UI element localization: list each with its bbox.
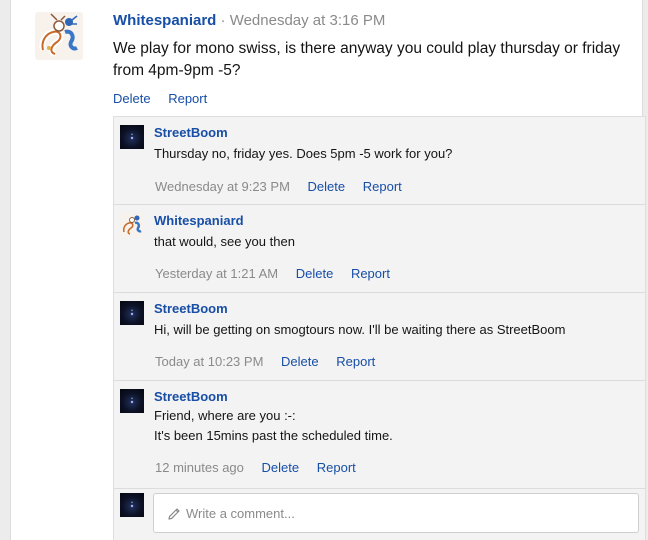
comment-author[interactable]: StreetBoom <box>154 125 228 140</box>
comment-timestamp[interactable]: Yesterday at 1:21 AM <box>155 266 278 281</box>
comment-author[interactable]: StreetBoom <box>154 389 228 404</box>
comment-input-box[interactable] <box>153 493 639 533</box>
post-header: Whitespaniard · Wednesday at 3:16 PM <box>113 12 385 29</box>
whitespaniard-avatar[interactable] <box>120 213 144 237</box>
comment-line: Hi, will be getting on smogtours now. I'… <box>154 322 566 337</box>
comment-item: Whitespaniard that would, see you then Y… <box>114 205 645 293</box>
post-report-link[interactable]: Report <box>168 91 207 106</box>
night-sky-avatar-icon <box>130 501 134 508</box>
comment-line: Thursday no, friday yes. Does 5pm -5 wor… <box>154 146 453 161</box>
comment-report-link[interactable]: Report <box>336 354 375 369</box>
current-user-avatar <box>120 493 144 517</box>
whitespaniard-avatar[interactable] <box>35 12 83 60</box>
header-separator: · <box>220 12 226 29</box>
comment-item: StreetBoom Thursday no, friday yes. Does… <box>114 117 645 205</box>
streetboom-avatar[interactable] <box>120 301 144 325</box>
night-sky-avatar-icon <box>130 309 134 316</box>
comments-section: StreetBoom Thursday no, friday yes. Does… <box>113 116 646 540</box>
comment-input[interactable] <box>186 502 626 524</box>
comment-compose <box>114 489 645 540</box>
night-sky-avatar-icon <box>130 133 134 140</box>
comment-line: that would, see you then <box>154 234 295 249</box>
pencil-icon <box>168 508 180 520</box>
streetboom-avatar[interactable] <box>120 389 144 413</box>
post-delete-link[interactable]: Delete <box>113 91 151 106</box>
comment-text: Hi, will be getting on smogtours now. I'… <box>154 320 634 340</box>
comment-item: StreetBoom Friend, where are you :-: It'… <box>114 381 645 489</box>
comment-timestamp[interactable]: 12 minutes ago <box>155 460 244 475</box>
comment-text: Thursday no, friday yes. Does 5pm -5 wor… <box>154 144 634 164</box>
post-body: We play for mono swiss, is there anyway … <box>113 40 621 79</box>
comment-author[interactable]: StreetBoom <box>154 301 228 316</box>
night-sky-avatar-icon <box>130 397 134 404</box>
post-actions: Delete Report <box>113 91 221 106</box>
comment-delete-link[interactable]: Delete <box>281 354 319 369</box>
comment-delete-link[interactable]: Delete <box>262 460 300 475</box>
comment-delete-link[interactable]: Delete <box>308 179 346 194</box>
comment-author[interactable]: Whitespaniard <box>154 213 244 228</box>
comment-meta: Today at 10:23 PM Delete Report <box>155 354 389 369</box>
post-timestamp[interactable]: Wednesday at 3:16 PM <box>230 12 386 29</box>
profile-post-card: Whitespaniard · Wednesday at 3:16 PM We … <box>10 0 646 540</box>
dragonair-mascot-icon <box>39 13 78 57</box>
comment-delete-link[interactable]: Delete <box>296 266 334 281</box>
comment-text: that would, see you then <box>154 232 634 252</box>
comment-report-link[interactable]: Report <box>363 179 402 194</box>
comment-item: StreetBoom Hi, will be getting on smogto… <box>114 293 645 381</box>
comment-line: It's been 15mins past the scheduled time… <box>154 428 393 443</box>
comment-timestamp[interactable]: Today at 10:23 PM <box>155 354 263 369</box>
comment-report-link[interactable]: Report <box>317 460 356 475</box>
comment-meta: Wednesday at 9:23 PM Delete Report <box>155 179 416 194</box>
comment-meta: Yesterday at 1:21 AM Delete Report <box>155 266 404 281</box>
streetboom-avatar[interactable] <box>120 125 144 149</box>
comment-line: Friend, where are you :-: <box>154 408 296 423</box>
comment-report-link[interactable]: Report <box>351 266 390 281</box>
comment-timestamp[interactable]: Wednesday at 9:23 PM <box>155 179 290 194</box>
comment-text: Friend, where are you :-: It's been 15mi… <box>154 406 634 446</box>
dragonair-mascot-icon <box>123 215 142 235</box>
comment-meta: 12 minutes ago Delete Report <box>155 460 370 475</box>
post-author[interactable]: Whitespaniard <box>113 12 216 29</box>
